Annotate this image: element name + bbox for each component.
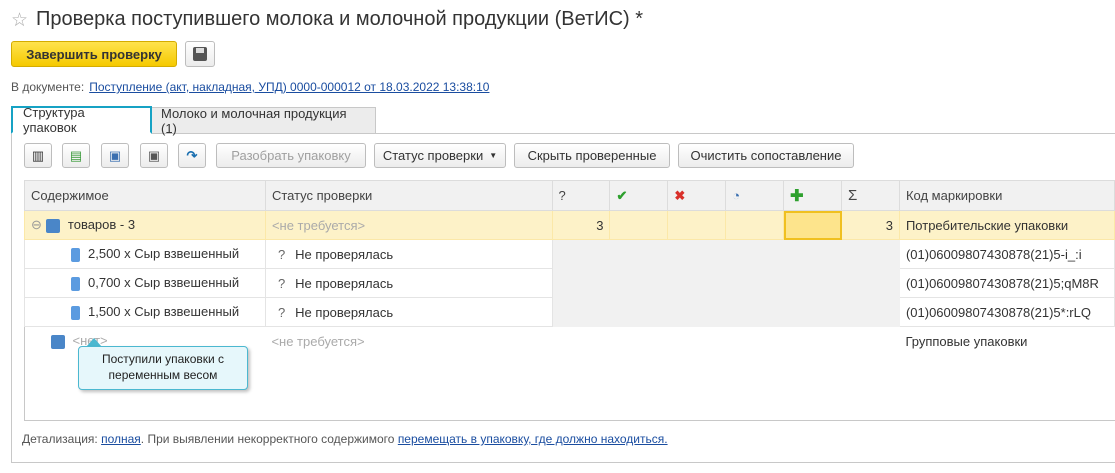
barcode-search-icon: ▥: [31, 147, 45, 163]
plus-icon: ✚: [790, 187, 804, 205]
row-status: <не требуется>: [264, 210, 553, 240]
footer-text: Детализация: полная. При выявлении некор…: [22, 432, 668, 446]
cross-icon: ✖: [674, 187, 686, 203]
row-code: (01)06009807430878(21)5*:rLQ: [898, 297, 1115, 327]
document-label: В документе:: [11, 80, 85, 94]
terminal-upload-icon: ▣: [108, 147, 122, 163]
current-cell[interactable]: [783, 210, 843, 240]
check-status-label: Статус проверки: [382, 148, 484, 163]
clear-match-button[interactable]: Очистить сопоставление: [678, 143, 854, 168]
tab-milk-products[interactable]: Молоко и молочная продукция (1): [150, 106, 376, 136]
sigma-icon: Σ: [848, 187, 858, 204]
document-line: В документе: Поступление (акт, накладная,…: [11, 80, 489, 94]
terminal-download-icon: ▣: [147, 147, 161, 163]
document-link[interactable]: Поступление (акт, накладная, УПД) 0000-0…: [89, 80, 489, 94]
tooltip: Поступили упаковки с переменным весом: [78, 346, 248, 390]
disassemble-button[interactable]: Разобрать упаковку: [216, 143, 366, 168]
page-title: Проверка поступившего молока и молочной …: [36, 8, 644, 30]
move-to-package-link[interactable]: перемещать в упаковку, где должно находи…: [398, 432, 668, 446]
header-status[interactable]: Статус проверки: [264, 180, 553, 211]
check-status-dropdown[interactable]: Статус проверки ▼: [374, 143, 506, 168]
packages-table: Содержимое Статус проверки ? ✔ ✖ ◔ ✚ Σ К…: [24, 180, 1115, 356]
header-added[interactable]: ✚: [783, 180, 843, 211]
table-row[interactable]: 1,500 x Сыр взвешенный ? Не проверялась (…: [24, 297, 1115, 327]
row-unchecked: 3: [551, 210, 611, 240]
load-from-file-button[interactable]: ▤: [62, 143, 90, 168]
table-row[interactable]: ⊖ товаров - 3 <не требуется> 3 3 Потребит…: [24, 210, 1115, 240]
row-status: Не проверялась: [295, 275, 394, 291]
table-import-icon: ▤: [69, 147, 83, 163]
save-button[interactable]: [185, 41, 215, 67]
row-code: (01)06009807430878(21)5-i_:i: [898, 239, 1115, 269]
bottle-icon: [71, 247, 80, 262]
row-content: товаров - 3: [67, 217, 136, 232]
header-content[interactable]: Содержимое: [24, 180, 266, 211]
row-content: 2,500 x Сыр взвешенный: [88, 246, 240, 262]
bottle-icon: [71, 305, 80, 320]
collapse-icon[interactable]: ⊖: [31, 217, 42, 232]
row-code: Потребительские упаковки: [898, 210, 1115, 240]
favorite-star-icon[interactable]: ☆: [11, 9, 28, 32]
packages-icon: [50, 335, 65, 350]
header-total[interactable]: Σ: [841, 180, 900, 211]
packages-icon: [45, 218, 60, 233]
barcode-search-button[interactable]: ▥: [24, 143, 52, 168]
clock-pie-icon: ◔: [732, 188, 741, 203]
row-status: <не требуется>: [271, 333, 365, 349]
chevron-down-icon: ▼: [489, 151, 498, 160]
row-code: Групповые упаковки: [905, 333, 1028, 349]
table-header: Содержимое Статус проверки ? ✔ ✖ ◔ ✚ Σ К…: [24, 180, 1115, 211]
footer-note: . При выявлении некорректного содержимог…: [140, 432, 395, 446]
header-rejected[interactable]: ✖: [667, 180, 727, 211]
footer-label: Детализация:: [22, 432, 98, 446]
header-code[interactable]: Код маркировки: [898, 180, 1115, 211]
arrow-turn-icon: ↷: [186, 147, 198, 163]
question-icon: ?: [277, 275, 286, 291]
question-icon: ?: [277, 304, 286, 320]
row-content: 1,500 x Сыр взвешенный: [88, 304, 240, 320]
header-pending[interactable]: ◔: [725, 180, 785, 211]
finish-check-button[interactable]: Завершить проверку: [11, 41, 177, 67]
upload-to-tsd-button[interactable]: ▣: [101, 143, 129, 168]
table-row[interactable]: 0,700 x Сыр взвешенный ? Не проверялась (…: [24, 268, 1115, 298]
detail-link[interactable]: полная: [101, 432, 141, 446]
row-status: Не проверялась: [295, 246, 394, 262]
bottle-icon: [71, 276, 80, 291]
question-icon: ?: [277, 246, 286, 262]
row-total: 3: [841, 210, 900, 240]
row-content: 0,700 x Сыр взвешенный: [88, 275, 240, 291]
tab-package-structure[interactable]: Структура упаковок: [11, 105, 152, 135]
floppy-disk-icon: [193, 47, 207, 61]
checkmark-icon: ✔: [616, 187, 628, 203]
download-from-tsd-button[interactable]: ▣: [140, 143, 168, 168]
table-row[interactable]: 2,500 x Сыр взвешенный ? Не проверялась (…: [24, 239, 1115, 269]
header-checked[interactable]: ✔: [609, 180, 669, 211]
row-status: Не проверялась: [295, 304, 394, 320]
move-button[interactable]: ↷: [178, 143, 206, 168]
hide-checked-button[interactable]: Скрыть проверенные: [514, 143, 670, 168]
header-unchecked[interactable]: ?: [551, 180, 611, 211]
row-code: (01)06009807430878(21)5;qM8R: [898, 268, 1115, 298]
